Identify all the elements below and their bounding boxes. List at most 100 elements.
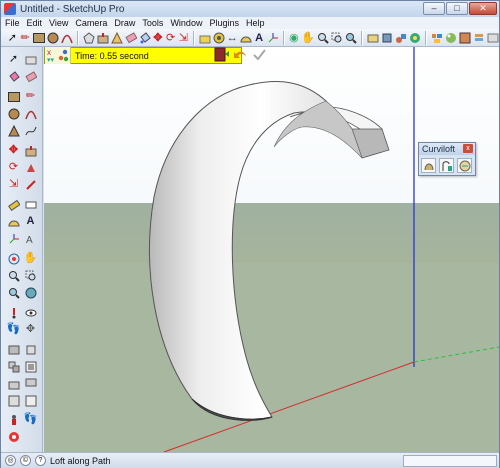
freehand-icon[interactable] [23,123,38,138]
position-camera-icon[interactable] [6,305,21,320]
previous-view-icon[interactable] [23,285,38,300]
axes-icon[interactable] [6,231,21,246]
zoom-icon[interactable] [317,30,329,45]
tape-measure-icon[interactable] [213,30,225,45]
tape-measure-icon[interactable] [6,197,21,212]
offset-icon[interactable] [23,177,38,192]
make-component-icon[interactable] [23,52,38,67]
component-icon[interactable] [23,359,38,374]
pan-icon[interactable]: ✋ [23,251,38,266]
close-button[interactable]: ✕ [469,2,497,15]
palette-close-button[interactable]: x [463,144,473,153]
push-pull-icon[interactable] [97,30,109,45]
geo-location-icon[interactable]: ◎ [5,455,16,466]
zoom-icon[interactable] [6,268,21,283]
sandbox-icon[interactable] [6,429,21,444]
maximize-button[interactable]: □ [446,2,468,15]
look-around-icon[interactable] [23,305,38,320]
scale-icon[interactable]: ⇲ [6,177,21,192]
menu-camera[interactable]: Camera [75,18,107,28]
minimize-button[interactable]: – [423,2,445,15]
styles-icon[interactable] [459,30,471,45]
follow-me-icon[interactable] [199,30,211,45]
menu-window[interactable]: Window [170,18,202,28]
share-model-icon[interactable] [381,30,393,45]
pan-icon[interactable]: ✋ [301,30,315,45]
scale-icon[interactable]: ⇲ [178,30,189,45]
polygon-icon[interactable] [6,123,21,138]
value-control-box[interactable] [403,455,497,467]
outliner-icon[interactable] [6,393,21,408]
paint-bucket-icon[interactable] [139,30,151,45]
materials-icon[interactable] [445,30,457,45]
eraser-icon[interactable] [124,30,137,45]
navigate-icon[interactable]: ✥ [23,322,38,337]
line-icon[interactable]: ✏ [23,89,38,104]
model-info-icon[interactable] [23,393,38,408]
menu-edit[interactable]: Edit [27,18,43,28]
exit-door-icon[interactable] [214,47,229,65]
section-plane-icon[interactable] [6,342,21,357]
text-icon[interactable]: A [23,214,38,229]
dimension-icon[interactable] [23,197,38,212]
layers-icon[interactable] [473,30,485,45]
walk-icon[interactable]: 👣 [6,322,21,337]
help-icon[interactable]: ? [35,455,46,466]
loft-by-spline-icon[interactable] [421,158,436,173]
offset-icon[interactable] [110,30,123,45]
select-tool-icon[interactable]: ➚ [7,30,18,45]
menu-plugins[interactable]: Plugins [209,18,239,28]
dimension-icon[interactable]: ↔ [227,30,238,45]
move-icon[interactable]: ✥ [6,143,21,158]
zoom-extents-icon[interactable] [345,30,357,45]
follow-me-icon[interactable] [23,160,38,175]
rectangle-icon[interactable] [32,30,45,45]
zoom-window-icon[interactable] [331,30,343,45]
menu-view[interactable]: View [49,18,68,28]
rotate-icon[interactable]: ⟳ [6,160,21,175]
zoom-extents-icon[interactable] [6,285,21,300]
menu-help[interactable]: Help [246,18,265,28]
extension-icon[interactable] [487,30,499,45]
skin-contour-icon[interactable] [457,158,472,173]
arc-icon[interactable] [23,106,38,121]
model-viewport[interactable] [44,47,499,452]
section-display-icon[interactable] [23,342,38,357]
menu-tools[interactable]: Tools [142,18,163,28]
orbit-icon[interactable]: ◉ [289,30,300,45]
select-icon[interactable]: ➚ [6,52,21,67]
footprints-icon[interactable]: 👣 [23,412,38,427]
loft-along-path-icon[interactable] [439,158,454,173]
text-icon[interactable]: A [254,30,265,45]
components-icon[interactable] [431,30,443,45]
rectangle-icon[interactable] [6,89,21,104]
orbit-icon[interactable] [6,251,21,266]
arc-icon[interactable] [60,30,73,45]
get-models-icon[interactable] [367,30,379,45]
credits-icon[interactable]: © [20,455,31,466]
circle-icon[interactable] [47,30,59,45]
3d-text-icon[interactable]: A [23,231,38,246]
pencil-icon[interactable]: ✏ [20,30,31,45]
protractor-icon[interactable] [240,30,252,45]
push-pull-icon[interactable] [23,143,38,158]
paint-bucket-icon[interactable] [6,69,21,84]
axes-icon[interactable] [267,30,279,45]
polygon-icon[interactable] [82,30,95,45]
confirm-check-icon[interactable] [252,47,267,65]
person-icon[interactable] [6,412,21,427]
eraser-icon[interactable] [23,69,38,84]
move-icon[interactable]: ✥ [153,30,164,45]
zoom-window-icon[interactable] [23,268,38,283]
undo-loft-icon[interactable] [233,47,248,65]
share-component-icon[interactable] [409,30,421,45]
menu-draw[interactable]: Draw [114,18,135,28]
protractor-icon[interactable] [6,214,21,229]
layer-down-icon[interactable] [23,376,38,391]
get-photo-texture-icon[interactable] [395,30,407,45]
layer-up-icon[interactable] [6,376,21,391]
rotate-icon[interactable]: ⟳ [165,30,176,45]
menu-file[interactable]: File [5,18,20,28]
group-icon[interactable] [6,359,21,374]
circle-icon[interactable] [6,106,21,121]
